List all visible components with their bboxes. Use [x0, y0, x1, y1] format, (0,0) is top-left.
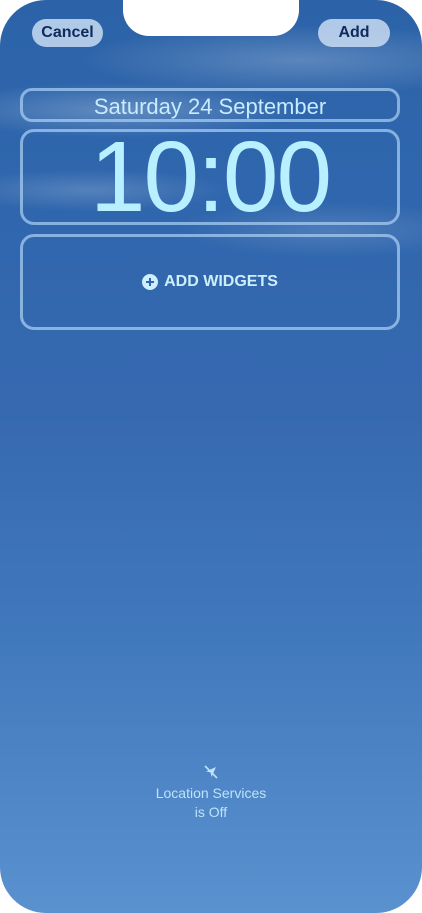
add-widgets-button[interactable]: ADD WIDGETS	[23, 273, 397, 291]
device-notch	[123, 0, 299, 36]
cancel-button[interactable]: Cancel	[32, 19, 103, 47]
location-status-line1: Location Services	[155, 785, 267, 801]
plus-circle-icon	[142, 274, 159, 290]
widgets-frame[interactable]: ADD WIDGETS	[20, 234, 400, 330]
clock-time: 10:00	[89, 121, 332, 233]
date-widget-frame[interactable]: Saturday 24 September	[20, 88, 400, 122]
add-widgets-label: ADD WIDGETS	[164, 273, 278, 290]
add-button[interactable]: Add	[318, 19, 390, 47]
date-label: Saturday 24 September	[93, 94, 327, 119]
lock-screen-editor: Cancel Add Saturday 24 September 10:00 A…	[0, 0, 422, 913]
location-off-icon	[204, 765, 218, 779]
location-status-line2: is Off	[194, 804, 228, 820]
clock-frame[interactable]: 10:00	[20, 121, 400, 233]
location-services-status: Location Services is Off	[0, 764, 422, 822]
